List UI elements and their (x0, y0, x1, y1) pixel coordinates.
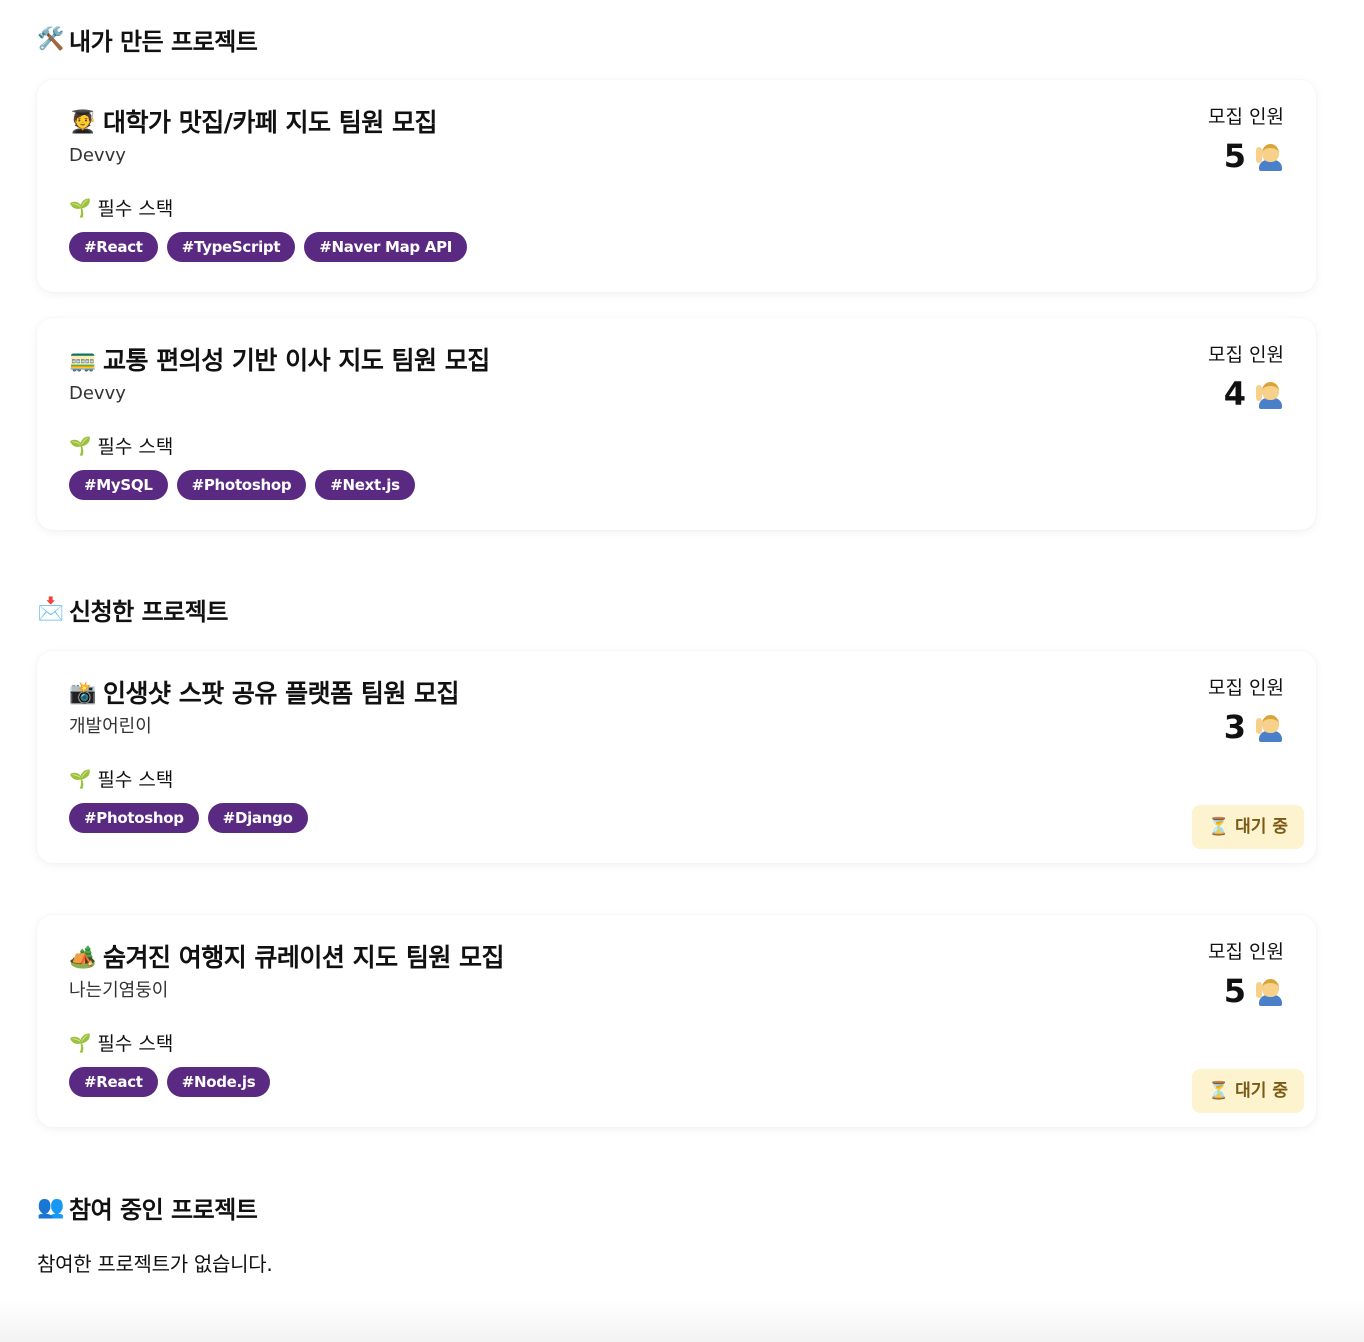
recruit-row: 4 (1208, 376, 1284, 412)
project-title: 🏕️ 숨겨진 여행지 큐레이션 지도 팀원 모집 (69, 941, 1284, 975)
recruit-label: 모집 인원 (1208, 344, 1284, 366)
sprout-icon: 🌱 (69, 1033, 92, 1054)
project-card[interactable]: 🧑‍🎓 대학가 맛집/카페 지도 팀원 모집 Devvy 🌱 필수 스택 #Re… (37, 80, 1316, 292)
people-icon: 👥 (37, 1195, 64, 1220)
status-text: 대기 중 (1235, 1081, 1288, 1101)
project-title: 🚃 교통 편의성 기반 이사 지도 팀원 모집 (69, 344, 1284, 378)
graduate-icon: 🧑‍🎓 (69, 110, 96, 135)
stack-label-text: 필수 스택 (97, 1033, 174, 1055)
project-title-text: 숨겨진 여행지 큐레이션 지도 팀원 모집 (103, 943, 505, 972)
project-title-text: 교통 편의성 기반 이사 지도 팀원 모집 (103, 346, 490, 375)
project-card[interactable]: 🚃 교통 편의성 기반 이사 지도 팀원 모집 Devvy 🌱 필수 스택 #M… (37, 318, 1316, 530)
tag-naver-map-api: #Naver Map API (304, 232, 468, 262)
tag-list: #React #Node.js (69, 1067, 1284, 1097)
recruit-count: 4 (1223, 375, 1246, 413)
section-title-joined: 👥 참여 중인 프로젝트 (37, 1190, 258, 1225)
stack-label-text: 필수 스택 (97, 769, 174, 791)
sprout-icon: 🌱 (69, 198, 92, 219)
section-title-text: 참여 중인 프로젝트 (69, 1196, 258, 1224)
required-stack-label: 🌱 필수 스택 (69, 1031, 1284, 1057)
required-stack-label: 🌱 필수 스택 (69, 434, 1284, 460)
recruit-label: 모집 인원 (1208, 941, 1284, 963)
recruit-label: 모집 인원 (1208, 677, 1284, 699)
section-title-text: 신청한 프로젝트 (69, 598, 228, 626)
recruit-count: 5 (1223, 137, 1246, 175)
project-card[interactable]: 🏕️ 숨겨진 여행지 큐레이션 지도 팀원 모집 나는기염둥이 🌱 필수 스택 … (37, 915, 1316, 1127)
tag-photoshop: #Photoshop (69, 803, 199, 833)
project-title-text: 인생샷 스팟 공유 플랫폼 팀원 모집 (103, 679, 460, 708)
project-title: 📸 인생샷 스팟 공유 플랫폼 팀원 모집 (69, 677, 1284, 711)
status-text: 대기 중 (1235, 817, 1288, 837)
tag-nextjs: #Next.js (315, 470, 415, 500)
tag-react: #React (69, 1067, 158, 1097)
recruit-info: 모집 인원 3 (1208, 675, 1284, 745)
camping-icon: 🏕️ (69, 945, 96, 970)
sprout-icon: 🌱 (69, 769, 92, 790)
project-card[interactable]: 📸 인생샷 스팟 공유 플랫폼 팀원 모집 개발어린이 🌱 필수 스택 #Pho… (37, 651, 1316, 863)
sprout-icon: 🌱 (69, 436, 92, 457)
recruit-row: 3 (1208, 709, 1284, 745)
camera-flash-icon: 📸 (69, 681, 96, 706)
stack-label-text: 필수 스택 (97, 198, 174, 220)
recruit-info: 모집 인원 5 (1208, 104, 1284, 174)
project-title-text: 대학가 맛집/카페 지도 팀원 모집 (103, 108, 437, 137)
tag-list: #React #TypeScript #Naver Map API (69, 232, 1284, 262)
recruit-info: 모집 인원 4 (1208, 342, 1284, 412)
bottom-fade (0, 1298, 1364, 1342)
status-badge: ⏳ 대기 중 (1191, 1069, 1304, 1113)
project-author: Devvy (69, 145, 126, 166)
person-raising-hand-icon (1256, 141, 1284, 171)
project-author: Devvy (69, 383, 126, 404)
section-title-mine: 🛠️ 내가 만든 프로젝트 (37, 22, 258, 57)
recruit-row: 5 (1208, 138, 1284, 174)
recruit-count: 3 (1223, 708, 1246, 746)
tag-django: #Django (207, 803, 308, 833)
stack-label-text: 필수 스택 (97, 436, 174, 458)
person-raising-hand-icon (1256, 712, 1284, 742)
recruit-count: 5 (1223, 972, 1246, 1010)
tag-photoshop: #Photoshop (176, 470, 307, 500)
section-title-applied: 📩 신청한 프로젝트 (37, 592, 228, 627)
hourglass-icon: ⏳ (1207, 817, 1230, 837)
recruit-info: 모집 인원 5 (1208, 939, 1284, 1009)
inbox-icon: 📩 (37, 597, 64, 622)
person-raising-hand-icon (1256, 976, 1284, 1006)
hourglass-icon: ⏳ (1207, 1081, 1230, 1101)
tag-list: #MySQL #Photoshop #Next.js (69, 470, 1284, 500)
tag-react: #React (69, 232, 158, 262)
tools-icon: 🛠️ (37, 27, 64, 52)
tram-icon: 🚃 (69, 348, 96, 373)
tag-list: #Photoshop #Django (69, 803, 1284, 833)
empty-state-text: 참여한 프로젝트가 없습니다. (37, 1252, 273, 1276)
section-title-text: 내가 만든 프로젝트 (69, 28, 258, 56)
required-stack-label: 🌱 필수 스택 (69, 767, 1284, 793)
tag-typescript: #TypeScript (166, 232, 296, 262)
project-author: 개발어린이 (69, 716, 152, 737)
tag-nodejs: #Node.js (166, 1067, 271, 1097)
required-stack-label: 🌱 필수 스택 (69, 196, 1284, 222)
status-badge: ⏳ 대기 중 (1191, 805, 1304, 849)
person-raising-hand-icon (1256, 379, 1284, 409)
tag-mysql: #MySQL (69, 470, 168, 500)
recruit-label: 모집 인원 (1208, 106, 1284, 128)
recruit-row: 5 (1208, 973, 1284, 1009)
project-title: 🧑‍🎓 대학가 맛집/카페 지도 팀원 모집 (69, 106, 1284, 140)
project-author: 나는기염둥이 (69, 980, 169, 1001)
